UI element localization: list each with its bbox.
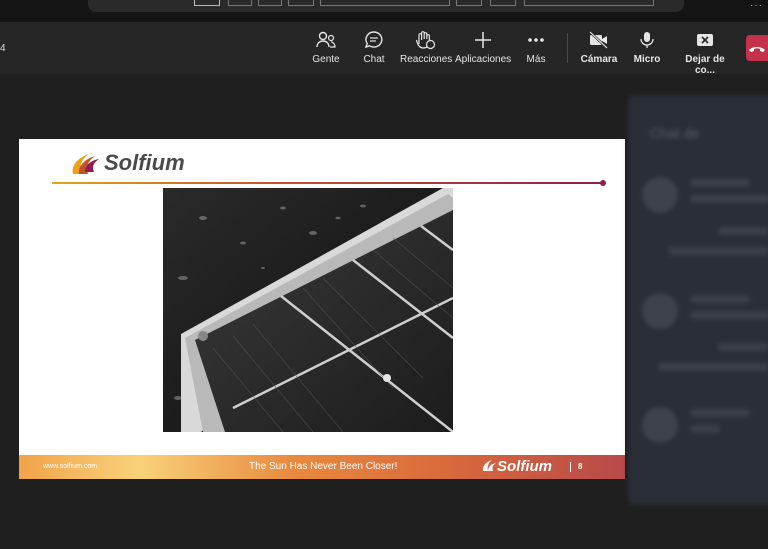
- stop-sharing-button[interactable]: Dejar de co...: [674, 30, 736, 76]
- footer-divider: [570, 462, 571, 472]
- chat-panel[interactable]: Chat de: [628, 95, 768, 505]
- avatar: [642, 177, 678, 213]
- solar-panel-image: [163, 188, 453, 432]
- plus-icon: [475, 32, 491, 48]
- people-button[interactable]: Gente: [309, 30, 343, 70]
- avatar: [642, 407, 678, 443]
- toolbar-edge-label: 4: [0, 43, 6, 54]
- apps-label: Aplicaciones: [455, 54, 512, 65]
- more-button[interactable]: Más: [522, 30, 550, 70]
- layout-tab-4[interactable]: [288, 0, 314, 6]
- window-tab-bar: [88, 0, 684, 12]
- more-icon: [528, 38, 544, 42]
- message-line: [718, 227, 768, 235]
- message-line: [690, 295, 750, 303]
- avatar: [642, 293, 678, 329]
- layout-tab-3[interactable]: [258, 0, 282, 6]
- message-line: [690, 195, 768, 203]
- more-label: Más: [526, 54, 546, 65]
- camera-label: Cámara: [580, 54, 618, 65]
- camera-off-icon: [589, 31, 608, 49]
- message-line: [718, 343, 768, 351]
- more-options-icon[interactable]: ···: [750, 0, 763, 11]
- footer-logo: Solfium: [481, 458, 552, 475]
- search-field[interactable]: [524, 0, 654, 6]
- message-line: [658, 363, 768, 371]
- camera-button[interactable]: Cámara: [580, 30, 618, 70]
- footer-wordmark: Solfium: [497, 458, 552, 475]
- nav-forward-button[interactable]: [490, 0, 516, 6]
- layout-tab-2[interactable]: [228, 0, 252, 6]
- nav-back-button[interactable]: [456, 0, 482, 6]
- microphone-button[interactable]: Micro: [631, 30, 663, 70]
- tagline: The Sun Has Never Been Closer!: [249, 461, 398, 472]
- reactions-icon: [415, 31, 436, 50]
- stop-share-icon: [697, 34, 713, 46]
- solar-panel-photo: [163, 188, 453, 432]
- layout-tab-1[interactable]: [194, 0, 220, 6]
- reactions-button[interactable]: Reacciones: [400, 30, 453, 70]
- message-line: [690, 311, 768, 319]
- people-icon: [316, 31, 336, 48]
- chat-icon: [364, 31, 383, 49]
- website-link: www.solfium.com: [43, 463, 98, 470]
- slide-footer: www.solfium.com The Sun Has Never Been C…: [19, 455, 625, 479]
- footer-logo-icon: [482, 460, 496, 471]
- solfium-wordmark: Solfium: [104, 150, 185, 175]
- header-rule-dot: [600, 180, 606, 186]
- shared-slide: Solfium www.solfium.com The Sun Has Neve…: [19, 139, 625, 479]
- chat-button[interactable]: Chat: [357, 30, 391, 70]
- message-line: [690, 425, 720, 433]
- solfium-logo-icon: [72, 154, 99, 174]
- phone-hangup-icon: [749, 47, 765, 52]
- header-rule: [52, 182, 602, 184]
- microphone-label: Micro: [633, 54, 661, 65]
- people-label: Gente: [312, 54, 340, 65]
- message-line: [690, 409, 750, 417]
- message-line: [690, 179, 750, 187]
- apps-button[interactable]: Aplicaciones: [455, 30, 511, 70]
- chat-label: Chat: [363, 54, 385, 65]
- message-line: [668, 247, 768, 255]
- toolbar-divider: [567, 33, 568, 63]
- reactions-label: Reacciones: [400, 54, 453, 65]
- page-number: 8: [578, 462, 583, 471]
- chat-panel-title: Chat de: [650, 125, 700, 141]
- stop-sharing-label: Dejar de co...: [685, 54, 725, 76]
- title-field[interactable]: [320, 0, 450, 6]
- leave-call-button[interactable]: [746, 35, 768, 61]
- microphone-icon: [640, 32, 654, 48]
